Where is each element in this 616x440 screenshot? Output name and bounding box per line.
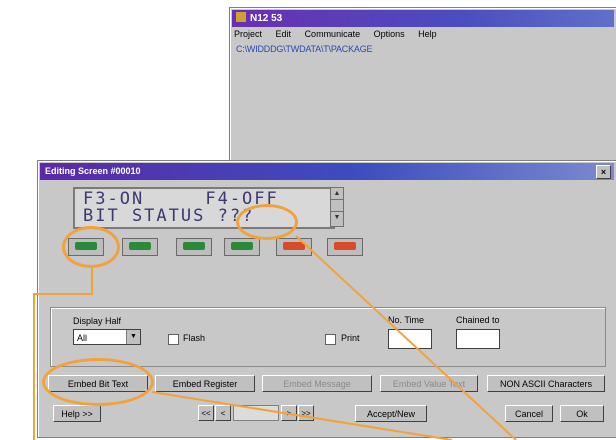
status-callout-line	[295, 235, 517, 440]
callout-lines	[33, 235, 517, 440]
led-callout-line	[33, 268, 93, 440]
embed-callout-line	[151, 391, 453, 440]
